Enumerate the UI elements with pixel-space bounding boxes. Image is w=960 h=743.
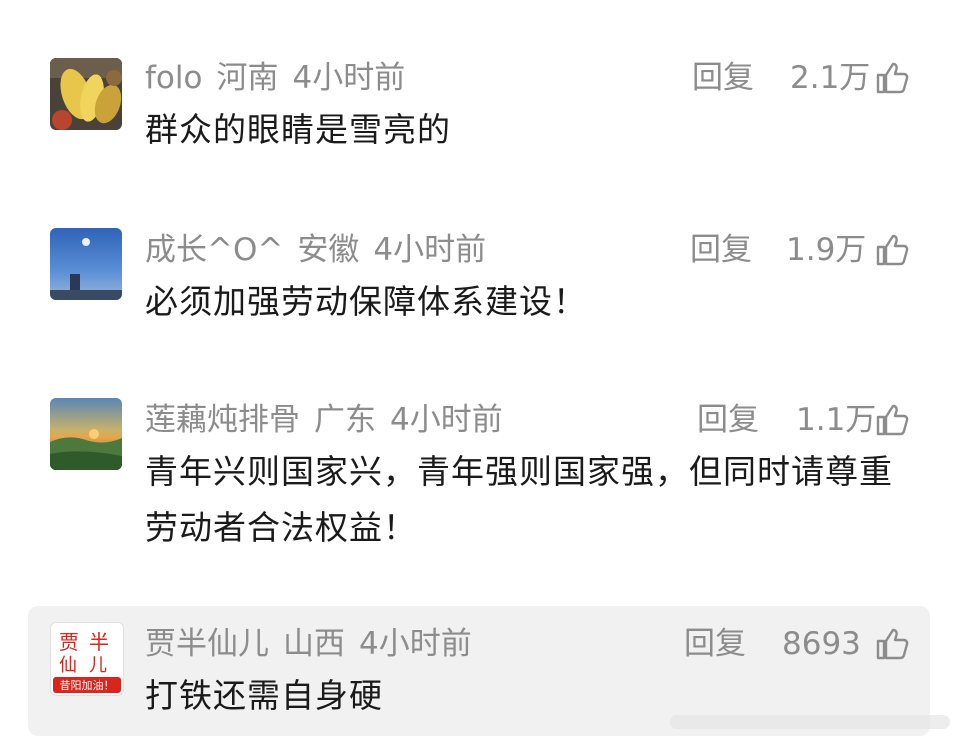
username[interactable]: folo: [145, 60, 202, 96]
comment-meta: 贾半仙儿 山西 4小时前: [145, 624, 486, 664]
reply-button[interactable]: 回复: [690, 230, 752, 270]
like-count: 2.1万: [790, 60, 871, 96]
comment-item: folo 河南 4小时前 回复 2.1万 群众的眼睛是雪亮的: [0, 50, 960, 170]
username[interactable]: 成长^O^: [145, 232, 283, 268]
thumbs-up-icon[interactable]: [874, 402, 910, 438]
svg-text:半: 半: [89, 630, 109, 654]
timestamp: 4小时前: [359, 626, 472, 662]
like-count: 8693: [782, 626, 861, 662]
red-seal-avatar-icon: 贾 半 仙 儿 昔阳加油！: [51, 623, 123, 695]
avatar[interactable]: [50, 58, 122, 130]
landscape-photo-avatar-icon: [50, 398, 122, 470]
comment-text: 群众的眼睛是雪亮的: [145, 110, 451, 149]
watermark: [670, 715, 950, 729]
comment-meta: 成长^O^ 安徽 4小时前: [145, 230, 500, 270]
svg-text:仙: 仙: [59, 655, 77, 676]
thumbs-up-icon[interactable]: [874, 232, 910, 268]
comment-meta: folo 河南 4小时前: [145, 58, 419, 98]
fruit-photo-avatar-icon: [50, 58, 122, 130]
thumbs-up-icon[interactable]: [874, 60, 910, 96]
sky-photo-avatar-icon: [50, 228, 122, 300]
comment-item: 莲藕炖排骨 广东 4小时前 回复 1.1万 青年兴则国家兴，青年强则国家强，但同时请…: [0, 394, 960, 554]
svg-text:昔阳加油！: 昔阳加油！: [60, 678, 115, 692]
avatar[interactable]: [50, 228, 122, 300]
location: 安徽: [297, 232, 360, 268]
comment-item: 成长^O^ 安徽 4小时前 回复 1.9万 必须加强劳动保障体系建设！: [0, 222, 960, 342]
avatar[interactable]: 贾 半 仙 儿 昔阳加油！: [50, 622, 124, 696]
location: 山西: [283, 626, 345, 662]
like-count: 1.1万: [796, 402, 877, 438]
avatar[interactable]: [50, 398, 122, 470]
comment-text: 青年兴则国家兴，青年强则国家强，但同时请尊重劳动者合法权益！: [145, 452, 893, 547]
timestamp: 4小时前: [390, 402, 503, 438]
svg-text:贾: 贾: [59, 630, 79, 654]
username[interactable]: 贾半仙儿: [145, 626, 269, 662]
location: 河南: [216, 60, 279, 96]
thumbs-up-icon[interactable]: [874, 626, 910, 662]
like-count: 1.9万: [786, 232, 867, 268]
reply-button[interactable]: 回复: [697, 400, 759, 440]
comment-meta: 莲藕炖排骨 广东 4小时前: [145, 400, 517, 440]
reply-button[interactable]: 回复: [684, 624, 746, 664]
comment-list: folo 河南 4小时前 回复 2.1万 群众的眼睛是雪亮的 成长^O^ 安徽 …: [0, 0, 960, 743]
reply-button[interactable]: 回复: [692, 58, 754, 98]
timestamp: 4小时前: [373, 232, 487, 268]
location: 广东: [314, 402, 376, 438]
comment-text: 必须加强劳动保障体系建设！: [145, 282, 587, 321]
svg-text:儿: 儿: [89, 655, 107, 676]
timestamp: 4小时前: [292, 60, 406, 96]
username[interactable]: 莲藕炖排骨: [145, 402, 300, 438]
